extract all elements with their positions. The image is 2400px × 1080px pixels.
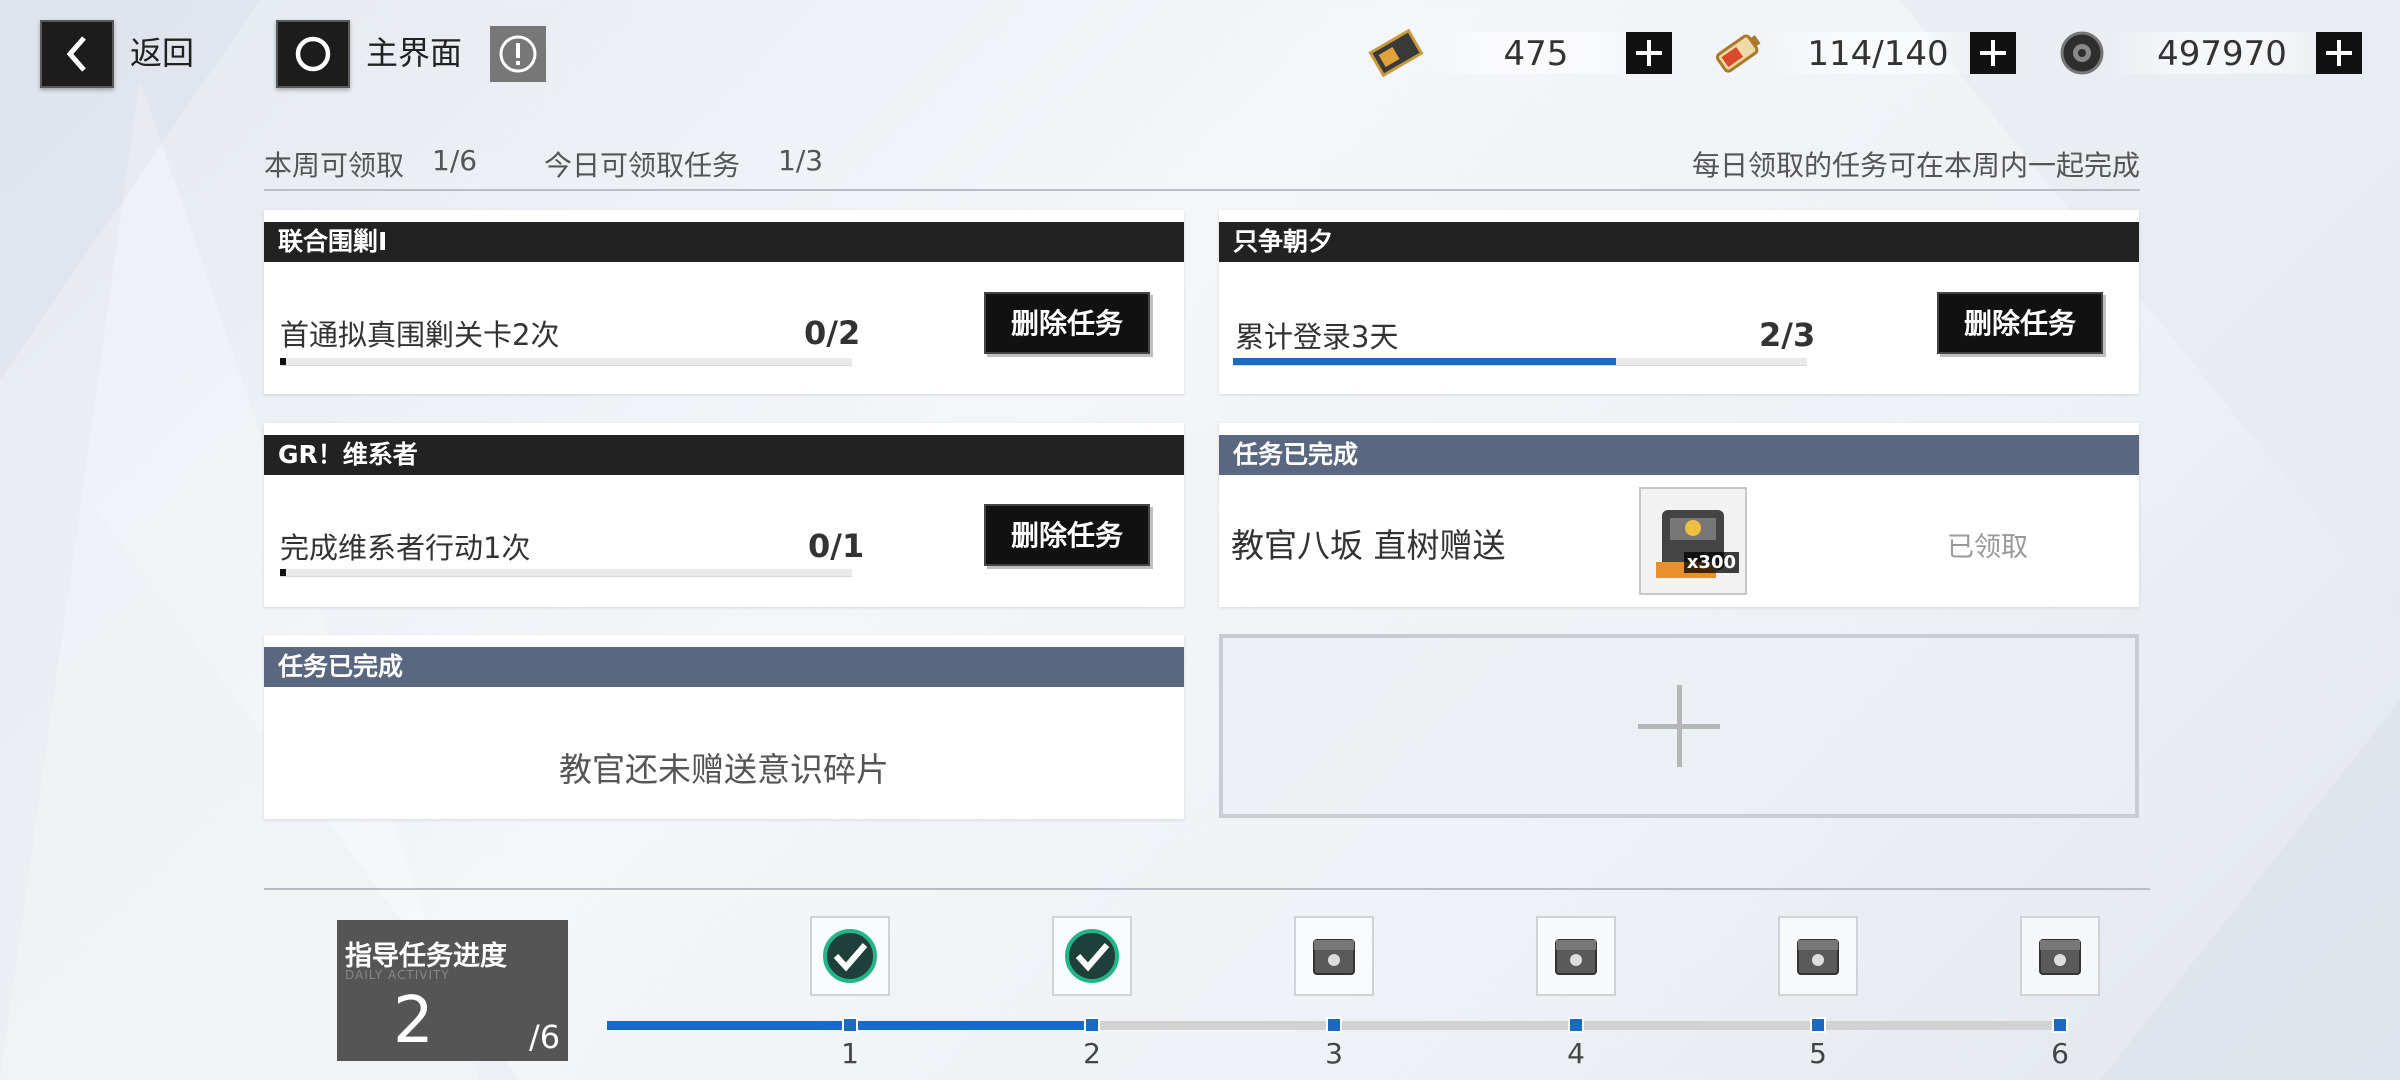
step-label: 1 bbox=[841, 1037, 859, 1070]
weekly-value: 1/6 bbox=[432, 144, 478, 177]
task-card-title: GR！维系者 bbox=[264, 435, 1184, 475]
add-coin-button[interactable] bbox=[2316, 32, 2362, 74]
task-count: 0/2 bbox=[804, 314, 861, 352]
daily-value: 1/3 bbox=[778, 144, 824, 177]
gift-quantity: x300 bbox=[1683, 552, 1739, 573]
resource-ticket: 475 bbox=[1366, 20, 1716, 86]
gift-card: 任务已完成 教官八坂 直树赠送 x300 已领取 bbox=[1219, 423, 2139, 607]
task-progress-fill bbox=[280, 358, 286, 365]
task-card: 联合围剿Ⅰ 首通拟真围剿关卡2次 0/2 删除任务 bbox=[264, 210, 1184, 394]
guide-value: 2 bbox=[393, 984, 434, 1058]
delete-task-button[interactable]: 删除任务 bbox=[984, 292, 1150, 354]
reward-slot-claimed[interactable] bbox=[1052, 916, 1132, 996]
resource-battery: 114/140 bbox=[1708, 20, 2058, 86]
task-card-title: 只争朝夕 bbox=[1219, 222, 2139, 262]
guide-progress-box: 指导任务进度 DAILY ACTIVITY 2 /6 bbox=[337, 920, 568, 1061]
step-node bbox=[1568, 1017, 1584, 1033]
task-progress-bar bbox=[280, 569, 852, 577]
resource-coin: 497970 bbox=[2052, 20, 2400, 86]
add-battery-button[interactable] bbox=[1970, 32, 2016, 74]
task-card-title: 联合围剿Ⅰ bbox=[264, 222, 1184, 262]
resource-coin-value: 497970 bbox=[2157, 34, 2287, 74]
add-ticket-button[interactable] bbox=[1626, 32, 1672, 74]
reward-slot-locked[interactable] bbox=[2020, 916, 2100, 996]
daily-label: 今日可领取任务 bbox=[544, 149, 741, 182]
guide-total: /6 bbox=[529, 1018, 561, 1056]
step-label: 5 bbox=[1809, 1037, 1827, 1070]
no-gift-message: 教官还未赠送意识碎片 bbox=[559, 750, 889, 789]
info-button[interactable] bbox=[490, 26, 546, 82]
reward-chest-icon bbox=[1797, 939, 1839, 975]
step-label: 3 bbox=[1325, 1037, 1343, 1070]
step-node bbox=[1326, 1017, 1342, 1033]
back-label[interactable]: 返回 bbox=[130, 37, 194, 69]
step-node bbox=[1810, 1017, 1826, 1033]
task-progress-fill bbox=[280, 569, 286, 576]
weekly-label: 本周可领取 bbox=[264, 149, 405, 182]
gift-sender: 教官八坂 直树赠送 bbox=[1231, 526, 1506, 565]
home-ring-icon bbox=[295, 36, 331, 72]
step-label: 4 bbox=[1567, 1037, 1585, 1070]
task-name: 完成维系者行动1次 bbox=[280, 531, 531, 565]
back-button[interactable] bbox=[40, 20, 114, 88]
info-divider bbox=[264, 189, 2140, 191]
reward-slot-locked[interactable] bbox=[1778, 916, 1858, 996]
home-button[interactable] bbox=[276, 20, 350, 88]
reward-slot-locked[interactable] bbox=[1536, 916, 1616, 996]
home-label[interactable]: 主界面 bbox=[366, 37, 462, 69]
gift-card-title: 任务已完成 bbox=[264, 647, 1184, 687]
task-card: 只争朝夕 累计登录3天 2/3 删除任务 bbox=[1219, 210, 2139, 394]
guide-subtitle: DAILY ACTIVITY bbox=[345, 968, 450, 982]
weekly-hint: 每日领取的任务可在本周内一起完成 bbox=[1691, 149, 2140, 182]
reward-chest-icon bbox=[1555, 939, 1597, 975]
chevron-left-icon bbox=[66, 36, 86, 72]
step-node bbox=[1084, 1017, 1100, 1033]
info-icon bbox=[499, 35, 537, 73]
resource-battery-value: 114/140 bbox=[1807, 34, 1949, 74]
gift-card-empty: 任务已完成 教官还未赠送意识碎片 bbox=[264, 635, 1184, 819]
check-icon bbox=[823, 929, 877, 983]
gift-card-title: 任务已完成 bbox=[1219, 435, 2139, 475]
delete-task-button[interactable]: 删除任务 bbox=[984, 504, 1150, 566]
claimed-status: 已领取 bbox=[1947, 532, 2028, 563]
check-icon bbox=[1065, 929, 1119, 983]
delete-task-button[interactable]: 删除任务 bbox=[1937, 292, 2103, 354]
task-card: GR！维系者 完成维系者行动1次 0/1 删除任务 bbox=[264, 423, 1184, 607]
top-bar: 返回 主界面 475 114/140 497970 bbox=[0, 0, 2400, 110]
task-progress-fill bbox=[1233, 358, 1616, 365]
resource-ticket-value: 475 bbox=[1503, 34, 1569, 74]
task-count: 2/3 bbox=[1759, 316, 1816, 354]
task-progress-bar bbox=[280, 358, 852, 366]
reward-slot-claimed[interactable] bbox=[810, 916, 890, 996]
bottom-divider bbox=[264, 888, 2150, 890]
step-node bbox=[2052, 1017, 2068, 1033]
battery-icon bbox=[1715, 34, 1761, 73]
gear-coin-icon bbox=[2060, 31, 2104, 75]
add-task-slot[interactable] bbox=[1219, 634, 2139, 818]
task-name: 首通拟真围剿关卡2次 bbox=[280, 318, 560, 352]
gift-item[interactable]: x300 bbox=[1639, 487, 1747, 595]
reward-chest-icon bbox=[1313, 939, 1355, 975]
task-count: 0/1 bbox=[808, 527, 865, 565]
info-row: 本周可领取 1/6 今日可领取任务 1/3 每日领取的任务可在本周内一起完成 bbox=[264, 140, 2140, 190]
step-label: 6 bbox=[2051, 1037, 2069, 1070]
ticket-icon bbox=[1368, 28, 1424, 78]
step-node bbox=[842, 1017, 858, 1033]
task-name: 累计登录3天 bbox=[1235, 320, 1399, 354]
reward-chest-icon bbox=[2039, 939, 2081, 975]
step-label: 2 bbox=[1083, 1037, 1101, 1070]
task-progress-bar bbox=[1233, 358, 1807, 366]
reward-slot-locked[interactable] bbox=[1294, 916, 1374, 996]
